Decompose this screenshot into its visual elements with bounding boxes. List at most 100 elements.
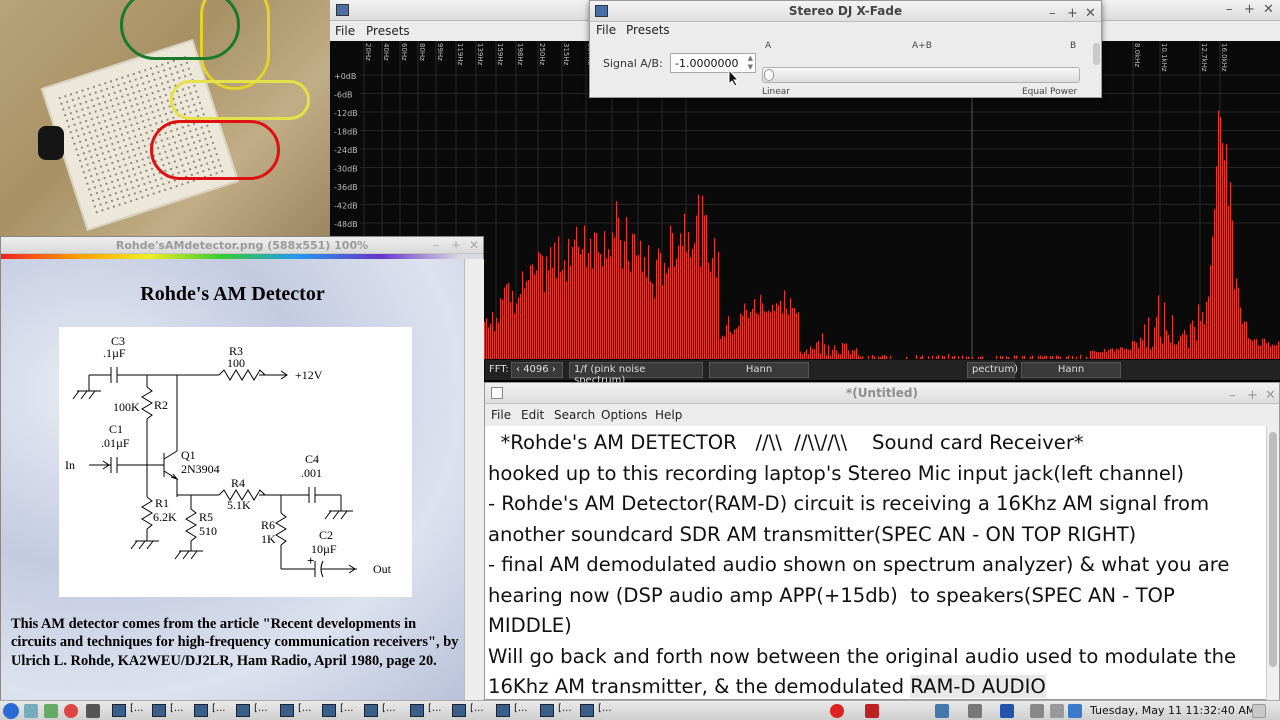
taskbar-window-button[interactable]: [... — [322, 703, 353, 719]
menu-presets[interactable]: Presets — [626, 23, 670, 37]
spectrum-bar — [1254, 339, 1256, 359]
editor-scrollbar[interactable] — [1266, 426, 1279, 701]
spectrum-bar — [622, 268, 624, 359]
spectrum-bar — [1234, 289, 1236, 359]
start-menu-icon[interactable] — [3, 703, 19, 719]
crossfade-slider[interactable] — [762, 67, 1080, 83]
image-viewer-titlebar: Rohde'sAMdetector.png (588x551) 100% – +… — [1, 237, 483, 254]
spectrum-bar — [586, 266, 588, 359]
spectrum-bar — [1150, 349, 1152, 359]
spectrum-bar — [564, 260, 566, 359]
taskbar-window-label: [... — [298, 703, 312, 714]
spectrum-bar — [1160, 336, 1162, 359]
spectrum-bar — [948, 354, 950, 359]
spectrum-bar — [552, 267, 554, 359]
spin-arrows-icon[interactable]: ▲ ▼ — [748, 54, 753, 72]
window-select-2[interactable]: Hann — [1021, 362, 1121, 378]
taskbar-window-button[interactable]: [... — [364, 703, 395, 719]
spectrum-bar — [528, 279, 530, 359]
spectrum-bar — [1134, 341, 1136, 359]
minimize-button[interactable]: – — [1049, 3, 1056, 24]
schem-r4-value: 5.1K — [227, 498, 251, 512]
tray-icon[interactable] — [1050, 704, 1064, 718]
scrollbar[interactable] — [1093, 43, 1100, 65]
spectrum-bar — [594, 232, 596, 359]
maximize-button[interactable]: + — [1244, 2, 1255, 17]
menu-help[interactable]: Help — [655, 408, 682, 422]
maximize-button[interactable]: + — [451, 237, 461, 254]
spectrum-bar — [1246, 321, 1248, 359]
editor-text-area[interactable]: *Rohde's AM DETECTOR //\\ //\\//\\ Sound… — [485, 426, 1265, 701]
menu-options[interactable]: Options — [601, 408, 647, 422]
window-icon — [280, 704, 294, 717]
spectrum-bar — [1142, 339, 1144, 359]
taskbar-window-button[interactable]: [... — [580, 703, 611, 719]
spectrum-bar — [1050, 355, 1052, 359]
taskbar-window-button[interactable]: [... — [410, 703, 441, 719]
menu-search[interactable]: Search — [554, 408, 595, 422]
menu-presets[interactable]: Presets — [366, 24, 410, 38]
close-button[interactable]: ✕ — [1263, 2, 1274, 17]
taskbar-window-button[interactable]: [... — [280, 703, 311, 719]
spectrum-bar — [1218, 110, 1220, 359]
menu-edit[interactable]: Edit — [521, 408, 544, 422]
tray-icon[interactable] — [1030, 704, 1044, 718]
taskbar-window-button[interactable]: [... — [540, 703, 571, 719]
record-icon[interactable] — [830, 704, 844, 718]
taskbar-window-button[interactable]: [... — [236, 703, 267, 719]
taskbar-window-button[interactable]: [... — [452, 703, 483, 719]
menu-file[interactable]: File — [491, 408, 511, 422]
taskbar-window-button[interactable]: [... — [152, 703, 183, 719]
schem-r3-value: 100 — [227, 356, 245, 370]
settings-icon[interactable] — [86, 704, 100, 718]
minimize-button[interactable]: – — [1226, 2, 1233, 17]
menu-file[interactable]: File — [596, 23, 616, 37]
browser-icon[interactable] — [64, 704, 78, 718]
spectrum-bar — [748, 317, 750, 359]
signal-input[interactable]: -1.0000000 ▲ ▼ — [670, 53, 756, 73]
weighting-select-2[interactable]: pectrum) — [967, 362, 1018, 378]
wifi-icon[interactable] — [1068, 704, 1082, 718]
minimize-button[interactable]: – — [433, 237, 439, 254]
taskbar-window-button[interactable]: [... — [194, 703, 225, 719]
close-button[interactable]: ✕ — [1265, 385, 1276, 406]
scrollbar-thumb[interactable] — [1269, 432, 1277, 667]
schem-out: Out — [373, 562, 392, 576]
freq-tick-label: 119Hz — [456, 43, 464, 66]
slider-handle[interactable] — [764, 69, 774, 81]
taskbar-window-button[interactable]: [... — [112, 703, 143, 719]
taskbar-window-label: [... — [130, 703, 144, 714]
show-desktop-icon[interactable] — [1252, 704, 1266, 718]
network-icon[interactable] — [935, 704, 949, 718]
close-button[interactable]: ✕ — [1085, 3, 1096, 24]
weighting-select[interactable]: 1/f (pink noise spectrum) — [569, 362, 703, 386]
menu-file[interactable]: File — [335, 24, 355, 38]
spectrum-bar — [890, 355, 892, 359]
clock[interactable]: Tuesday, May 11 11:32:40 AM — [1090, 704, 1255, 720]
taskbar-window-button[interactable]: [... — [496, 703, 527, 719]
file-manager-icon[interactable] — [24, 704, 38, 718]
schem-r4: R4 — [231, 476, 245, 490]
spectrum-bar — [600, 254, 602, 359]
text-line: Will go back and forth now between the o… — [488, 644, 1237, 668]
pdf-icon[interactable] — [865, 704, 879, 718]
spectrum-bar — [1238, 287, 1240, 359]
spectrum-bar — [1166, 330, 1168, 359]
close-button[interactable]: ✕ — [469, 237, 479, 254]
volume-icon[interactable] — [968, 704, 982, 718]
spectrum-bar — [524, 288, 526, 359]
spectrum-bar — [1022, 355, 1024, 359]
minimize-button[interactable]: – — [1229, 385, 1236, 406]
window-select[interactable]: Hann — [709, 362, 809, 378]
taskbar: [... [... [... [... [... [... [... [... [... [...… — [0, 700, 1280, 720]
bluetooth-icon[interactable] — [1000, 704, 1014, 718]
terminal-icon[interactable] — [44, 704, 58, 718]
maximize-button[interactable]: + — [1247, 385, 1258, 406]
spectrum-bar — [1264, 338, 1266, 359]
spectrum-bar — [968, 356, 970, 359]
db-tick-label: -18dB — [334, 128, 358, 137]
fft-size-stepper[interactable]: ‹ 4096 › — [511, 362, 563, 378]
image-scrollbar[interactable] — [464, 259, 484, 701]
spectrum-bar — [762, 303, 764, 359]
maximize-button[interactable]: + — [1067, 3, 1078, 24]
